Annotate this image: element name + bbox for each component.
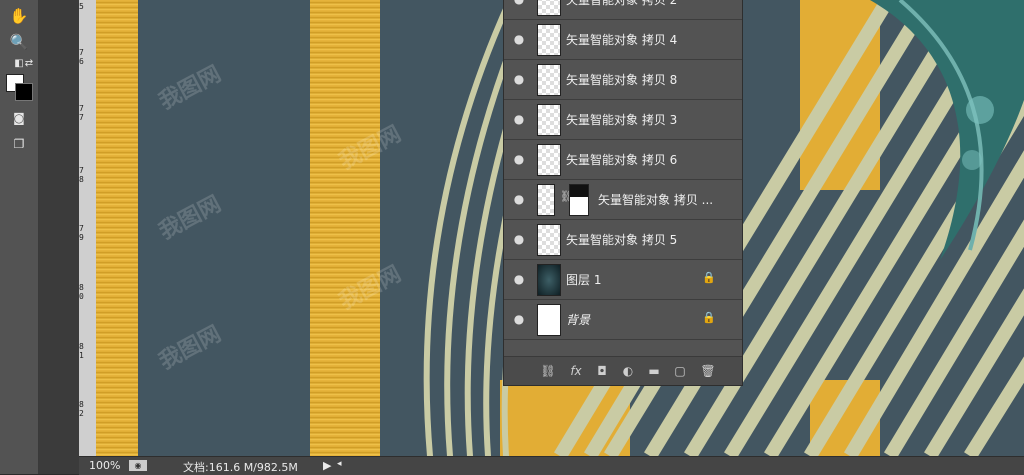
quick-mask-icon[interactable]: ◙ [8,108,30,128]
layer-name: 矢量智能对象 拷贝 2 [566,0,678,7]
scroll-left-icon[interactable]: ◂ [337,459,342,469]
layer-row[interactable]: ● 图层 1 🔒 [504,260,742,300]
layer-name: 矢量智能对象 拷贝 3 [566,113,678,127]
layer-name: 矢量智能对象 拷贝 6 [566,153,678,167]
layer-name: 图层 1 [566,273,602,287]
ruler-mark: 5 [79,2,84,11]
tools-panel: ✋ 🔍 ◧ ⇄ ◙ ❐ [0,0,39,474]
fx-icon[interactable]: fx [568,363,584,379]
eye-icon[interactable]: ● [512,152,526,166]
layer-row[interactable]: ● 矢量智能对象 拷贝 6 [504,140,742,180]
layer-name: 背景 [566,313,591,327]
ruler-mark: 8 0 [79,283,84,301]
layer-thumbnail [537,0,561,16]
ruler-mark: 7 8 [79,166,84,184]
eye-icon[interactable]: ● [512,312,526,326]
document-info-icon[interactable]: ◉ [129,460,147,471]
layer-thumbnail [537,24,561,56]
status-menu-arrow-icon[interactable]: ▶ [323,459,331,472]
vertical-ruler[interactable]: 5 7 6 7 7 7 8 7 9 8 0 8 1 8 2 [79,0,97,456]
layer-row[interactable]: ● 矢量智能对象 拷贝 4 [504,20,742,60]
layer-row[interactable]: ● 矢量智能对象 拷贝 5 [504,220,742,260]
layer-thumbnail [537,184,555,216]
layer-name: 矢量智能对象 拷贝 8 [566,73,678,87]
eye-icon[interactable]: ● [512,72,526,86]
adjustment-layer-icon[interactable]: ◐ [620,363,636,379]
hand-icon[interactable]: ✋ [8,6,30,26]
background-color-swatch[interactable] [15,83,33,101]
layer-row[interactable]: ● 背景 🔒 [504,300,742,340]
trash-icon[interactable]: 🗑 [700,363,716,379]
layer-name: 矢量智能对象 拷贝 ... [598,193,714,207]
zoom-icon[interactable]: 🔍 [8,32,30,52]
layer-row[interactable]: ● 矢量智能对象 拷贝 3 [504,100,742,140]
layer-thumbnail [537,64,561,96]
eye-icon[interactable]: ● [512,192,526,206]
zoom-level[interactable]: 100% [89,459,120,472]
layer-mask-thumbnail[interactable] [569,184,589,216]
layer-thumbnail [537,104,561,136]
document-info: 文档:161.6 M/982.5M [183,461,298,474]
ruler-mark: 7 9 [79,224,84,242]
eye-icon[interactable]: ● [512,0,526,6]
gold-stripe [310,0,380,456]
layer-row[interactable]: ● 矢量智能对象 拷贝 8 [504,60,742,100]
new-layer-icon[interactable]: ▢ [672,363,688,379]
panel-gap [39,0,79,474]
eye-icon[interactable]: ● [512,232,526,246]
link-layers-icon[interactable]: ⛓ [540,363,556,379]
layers-footer: ⛓ fx ◘ ◐ ▬ ▢ 🗑 [504,356,742,385]
layer-thumbnail [537,264,561,296]
screen-mode-icon[interactable]: ❐ [8,134,30,154]
ruler-mark: 8 2 [79,400,84,418]
layer-name: 矢量智能对象 拷贝 5 [566,233,678,247]
status-bar: 100% ◉ 文档:161.6 M/982.5M ▶ ◂ [79,456,1024,475]
eye-icon[interactable]: ● [512,112,526,126]
ruler-mark: 7 7 [79,104,84,122]
layer-row[interactable]: ● 矢量智能对象 拷贝 2 [504,0,742,20]
layer-thumbnail [537,224,561,256]
layer-row[interactable]: ● ⛓ 矢量智能对象 拷贝 ... [504,180,742,220]
lock-icon: 🔒 [702,271,716,284]
new-group-icon[interactable]: ▬ [646,363,662,379]
layer-name: 矢量智能对象 拷贝 4 [566,33,678,47]
lock-icon: 🔒 [702,311,716,324]
gold-stripe [96,0,138,456]
ruler-mark: 7 6 [79,48,84,66]
eye-icon[interactable]: ● [512,272,526,286]
layer-thumbnail [537,144,561,176]
add-mask-icon[interactable]: ◘ [594,363,610,379]
swap-colors-icon[interactable]: ⇄ [18,54,40,74]
layer-thumbnail [537,304,561,336]
eye-icon[interactable]: ● [512,32,526,46]
layers-panel: ● 矢量智能对象 拷贝 2 ● 矢量智能对象 拷贝 4 ● 矢量智能对象 拷贝 … [503,0,743,386]
ruler-mark: 8 1 [79,342,84,360]
